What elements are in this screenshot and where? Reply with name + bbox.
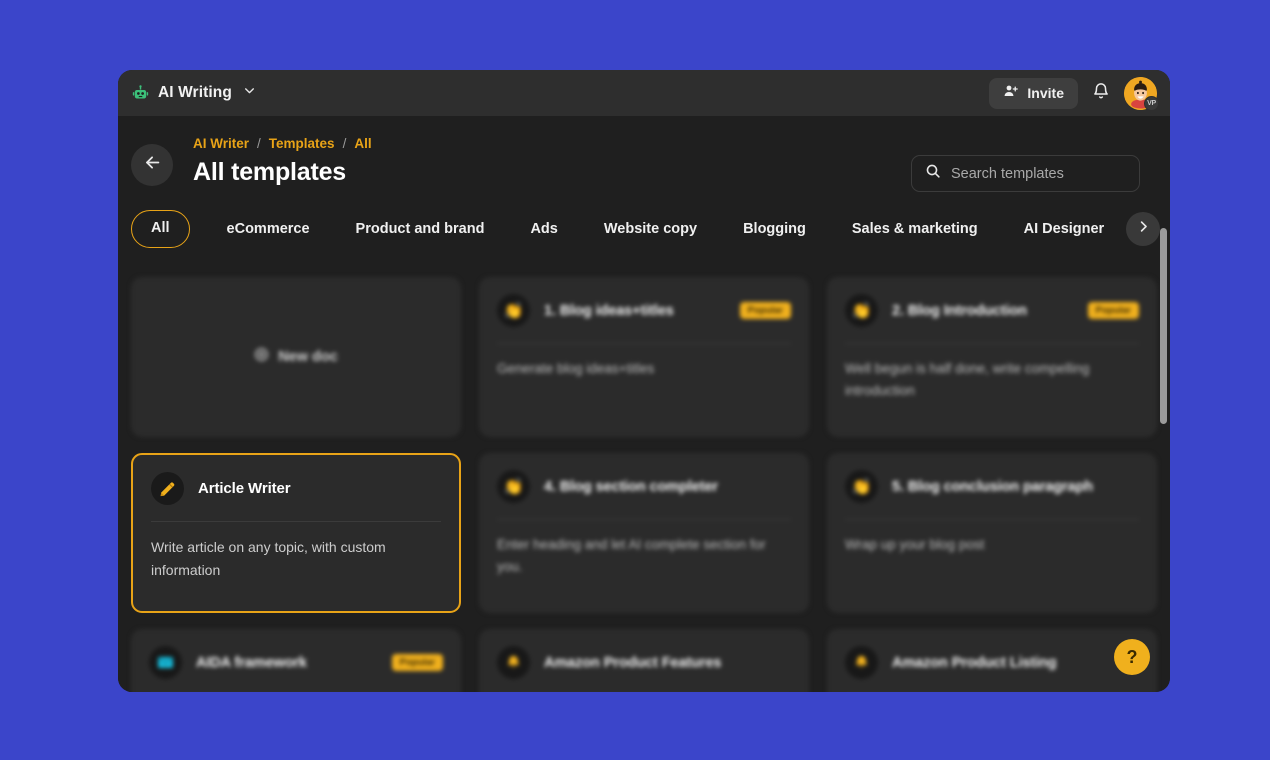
templates-grid: New doc 👏 1. Blog ideas+titles Popular G…: [131, 277, 1157, 692]
tab-ai-designer[interactable]: AI Designer: [1001, 210, 1128, 248]
breadcrumb-separator: /: [257, 136, 261, 151]
card-title: 1. Blog ideas+titles: [544, 303, 674, 319]
divider: [497, 343, 791, 344]
new-doc-card[interactable]: New doc: [131, 277, 461, 437]
page-header: AI Writer / Templates / All All template…: [118, 116, 1170, 192]
tab-product-and-brand[interactable]: Product and brand: [333, 210, 508, 248]
scrollbar-thumb[interactable]: [1160, 228, 1167, 424]
breadcrumb-item-templates[interactable]: Templates: [269, 136, 335, 151]
breadcrumb-item-all[interactable]: All: [354, 136, 371, 151]
card-header: Amazon Product Features: [497, 646, 791, 679]
brand-name: AI Writing: [158, 84, 232, 102]
topbar-actions: Invite: [989, 77, 1157, 110]
card-title: 4. Blog section completer: [544, 479, 718, 495]
category-tabs: All eCommerce Product and brand Ads Webs…: [131, 210, 1157, 248]
category-tabs-wrap: All eCommerce Product and brand Ads Webs…: [118, 210, 1170, 248]
card-header: 👏 2. Blog Introduction Popular: [845, 294, 1139, 327]
chevron-down-icon[interactable]: [241, 84, 256, 102]
hands-icon: 👏: [497, 470, 530, 503]
bell-amber-icon: [845, 646, 878, 679]
card-title: Amazon Product Listing: [892, 655, 1057, 671]
divider: [497, 519, 791, 520]
search-box[interactable]: [911, 155, 1140, 192]
card-title: AIDA framework: [196, 655, 307, 671]
breadcrumb-item-ai-writer[interactable]: AI Writer: [193, 136, 249, 151]
tab-ads[interactable]: Ads: [507, 210, 580, 248]
template-card[interactable]: AIDA framework Popular: [131, 629, 461, 692]
template-card[interactable]: 👏 4. Blog section completer Enter headin…: [479, 453, 809, 613]
breadcrumb: AI Writer / Templates / All: [193, 135, 372, 152]
search-input[interactable]: [951, 166, 1126, 182]
tab-blogging[interactable]: Blogging: [720, 210, 829, 248]
card-description: Generate blog ideas+titles: [497, 358, 787, 380]
page-title: All templates: [193, 158, 372, 187]
top-bar: AI Writing Invite: [118, 70, 1170, 116]
template-card[interactable]: Amazon Product Listing: [827, 629, 1157, 692]
card-title: Amazon Product Features: [544, 655, 721, 671]
template-card-article-writer[interactable]: Article Writer Write article on any topi…: [131, 453, 461, 613]
hands-icon: 👏: [845, 470, 878, 503]
card-header: AIDA framework Popular: [149, 646, 443, 679]
card-title: 5. Blog conclusion paragraph: [892, 479, 1093, 495]
new-doc-label: New doc: [278, 349, 338, 365]
invite-label: Invite: [1027, 85, 1064, 101]
title-block: AI Writer / Templates / All All template…: [193, 135, 372, 187]
template-card[interactable]: 👏 1. Blog ideas+titles Popular Generate …: [479, 277, 809, 437]
pencil-icon: [151, 472, 184, 505]
avatar[interactable]: VP: [1124, 77, 1157, 110]
card-description: Write article on any topic, with custom …: [151, 536, 441, 582]
bell-amber-icon: [497, 646, 530, 679]
card-title: Article Writer: [198, 480, 291, 497]
help-button[interactable]: ?: [1114, 639, 1150, 675]
card-description: Well begun is half done, write compellin…: [845, 358, 1135, 403]
template-card[interactable]: 👏 5. Blog conclusion paragraph Wrap up y…: [827, 453, 1157, 613]
notifications-button[interactable]: [1089, 79, 1113, 108]
tabs-scroll-next-button[interactable]: [1126, 212, 1160, 246]
brand-menu[interactable]: AI Writing: [132, 84, 256, 102]
breadcrumb-separator: /: [343, 136, 347, 151]
back-button[interactable]: [131, 144, 173, 186]
hands-icon: 👏: [497, 294, 530, 327]
card-header: 👏 4. Blog section completer: [497, 470, 791, 503]
chevron-right-icon: [1136, 219, 1151, 239]
app-window: AI Writing Invite: [118, 70, 1170, 692]
plus-circle-icon: [254, 347, 269, 367]
user-plus-icon: [1003, 83, 1019, 104]
tab-all[interactable]: All: [131, 210, 190, 248]
avatar-badge: VP: [1144, 96, 1159, 111]
status-badge: Popular: [1088, 302, 1139, 319]
tab-sales-and-marketing[interactable]: Sales & marketing: [829, 210, 1001, 248]
invite-button[interactable]: Invite: [989, 78, 1078, 109]
hands-icon: 👏: [845, 294, 878, 327]
tab-website-copy[interactable]: Website copy: [581, 210, 720, 248]
envelope-icon: [149, 646, 182, 679]
divider: [845, 343, 1139, 344]
card-header: 👏 5. Blog conclusion paragraph: [845, 470, 1139, 503]
status-badge: Popular: [392, 654, 443, 671]
scrollbar-track[interactable]: [1160, 228, 1167, 688]
bell-icon: [1092, 82, 1110, 105]
tab-ecommerce[interactable]: eCommerce: [204, 210, 333, 248]
search-icon: [925, 163, 941, 184]
card-description: Wrap up your blog post: [845, 534, 1135, 556]
templates-grid-scroll: New doc 👏 1. Blog ideas+titles Popular G…: [118, 266, 1170, 692]
template-card[interactable]: 👏 2. Blog Introduction Popular Well begu…: [827, 277, 1157, 437]
page-content: AI Writer / Templates / All All template…: [118, 116, 1170, 692]
card-header: Article Writer: [151, 472, 441, 505]
robot-icon: [132, 85, 149, 102]
card-header: Amazon Product Listing: [845, 646, 1139, 679]
divider: [151, 521, 441, 522]
card-title: 2. Blog Introduction: [892, 303, 1027, 319]
card-description: Enter heading and let AI complete sectio…: [497, 534, 787, 579]
status-badge: Popular: [740, 302, 791, 319]
divider: [845, 519, 1139, 520]
template-card[interactable]: Amazon Product Features: [479, 629, 809, 692]
arrow-left-icon: [143, 153, 162, 177]
card-header: 👏 1. Blog ideas+titles Popular: [497, 294, 791, 327]
